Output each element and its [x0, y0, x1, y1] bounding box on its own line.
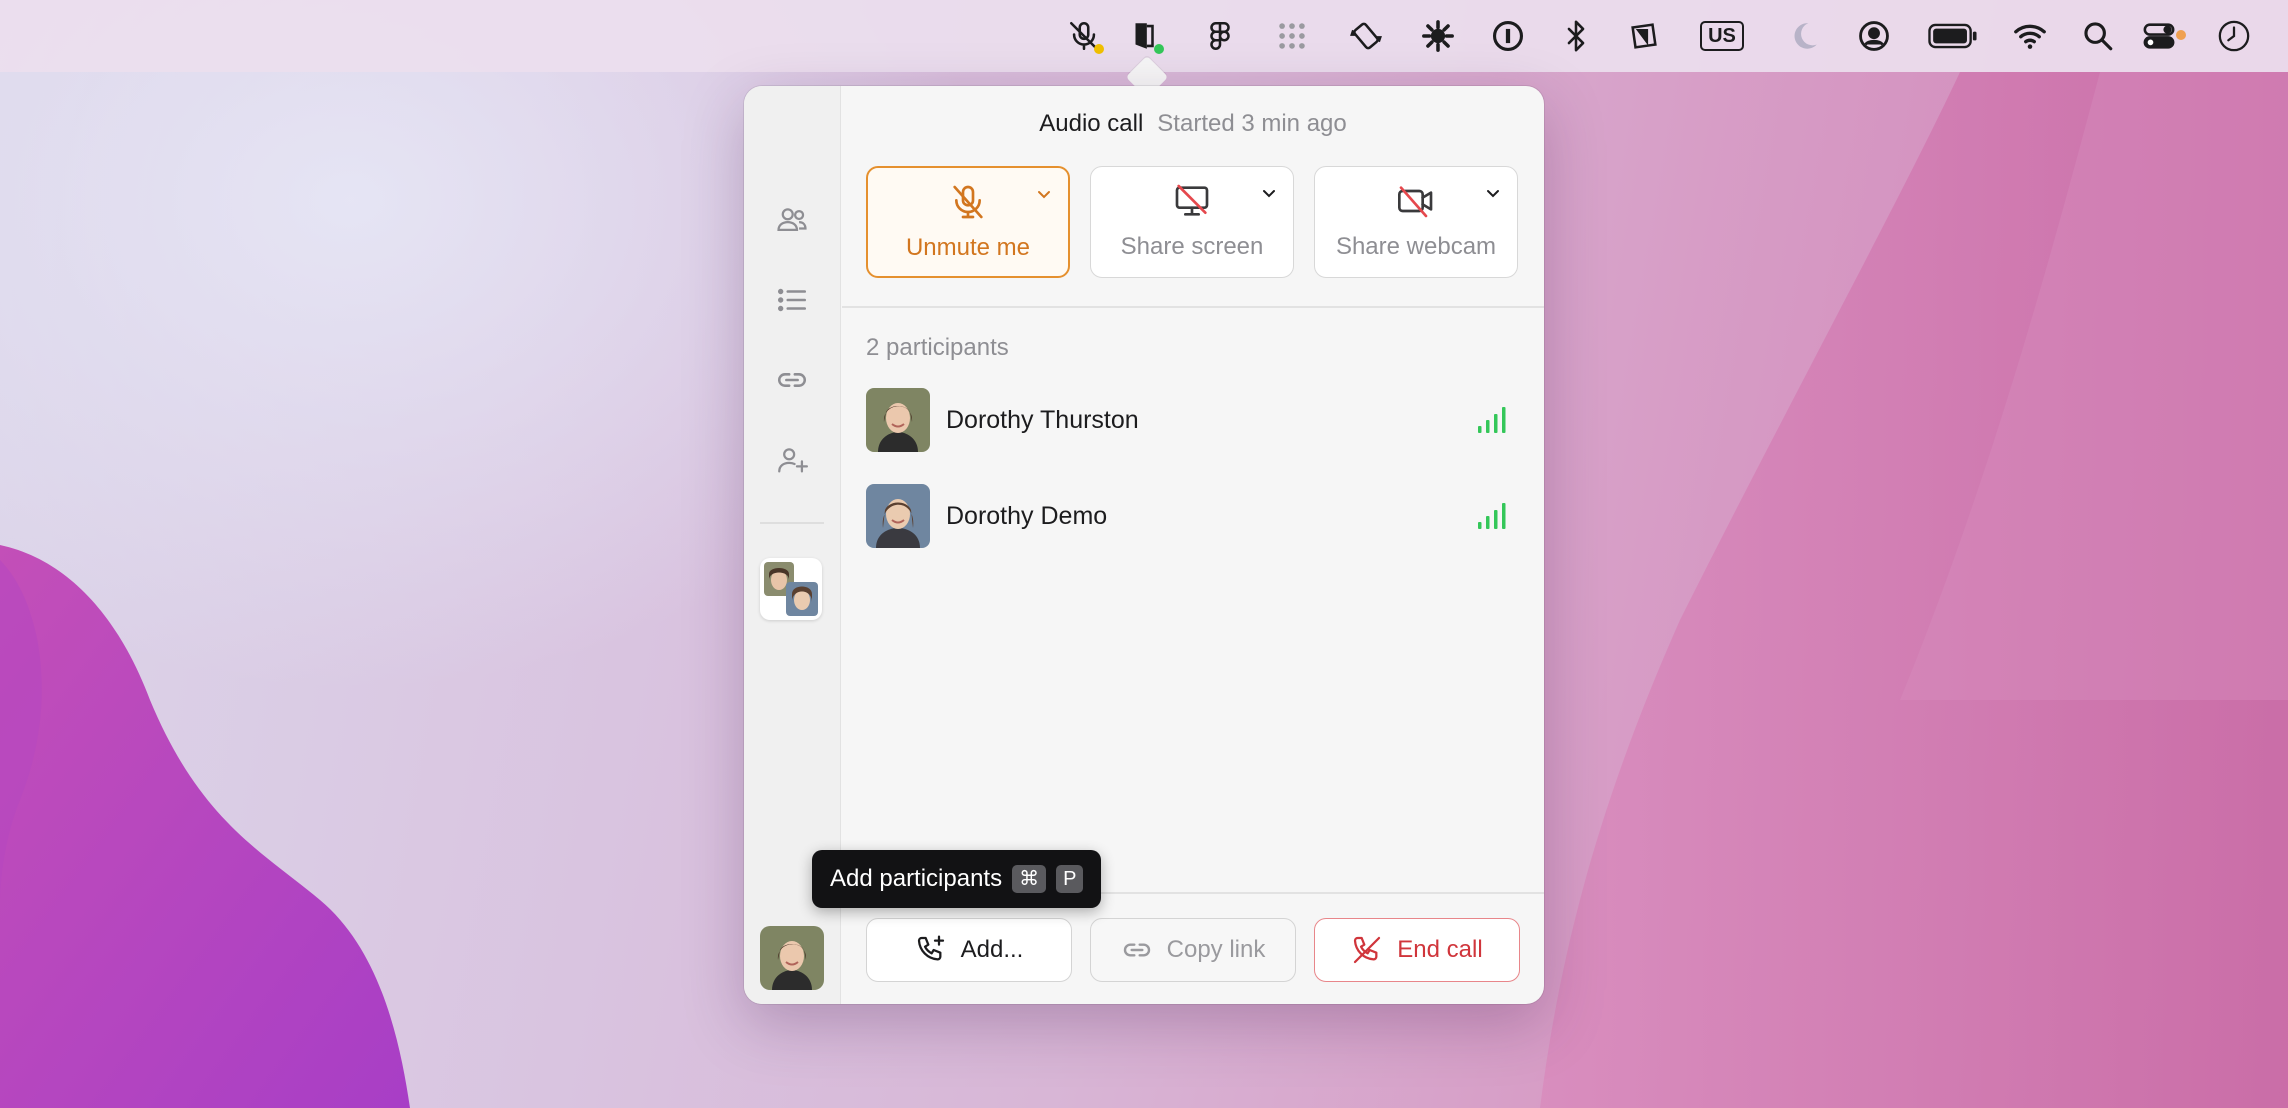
share-webcam-label: Share webcam	[1335, 233, 1497, 260]
moon-icon[interactable]	[1782, 14, 1826, 58]
call-status: Started 3 min ago	[1157, 110, 1347, 137]
signal-strength-icon	[1478, 503, 1506, 529]
shapes-app-icon[interactable]	[1622, 14, 1666, 58]
call-status-dot	[1154, 44, 1164, 54]
call-header: Audio call Started 3 min ago	[842, 110, 1544, 138]
self-avatar[interactable]	[760, 926, 824, 990]
link-icon	[1123, 943, 1150, 957]
asterisk-icon[interactable]	[1416, 14, 1460, 58]
participant-name: Dorothy Thurston	[946, 406, 1139, 434]
signal-strength-icon	[1478, 407, 1506, 433]
mic-muted-icon[interactable]	[1062, 14, 1106, 58]
end-call-label: End call	[1397, 936, 1483, 963]
end-call-button[interactable]: End call	[1314, 918, 1520, 982]
chevron-down-icon[interactable]	[1034, 184, 1054, 204]
participant-name: Dorothy Demo	[946, 502, 1108, 530]
participant-count: 2 participants	[866, 334, 1009, 361]
participant-row[interactable]: Dorothy Demo	[866, 484, 1520, 550]
share-screen-label: Share screen	[1120, 233, 1264, 260]
bluetooth-icon[interactable]	[1554, 14, 1598, 58]
call-app-icon[interactable]	[1122, 14, 1166, 58]
mic-status-dot	[1094, 44, 1104, 54]
unmute-label: Unmute me	[905, 234, 1031, 261]
invite-tab[interactable]	[766, 434, 818, 486]
unmute-button[interactable]: Unmute me	[866, 166, 1070, 278]
keyboard-input-icon[interactable]: US	[1700, 14, 1744, 58]
participant-avatar	[866, 484, 930, 548]
mic-off-icon	[953, 185, 983, 219]
add-participant-button[interactable]: Add...	[866, 918, 1072, 982]
list-icon	[777, 288, 807, 312]
participant-avatar	[866, 388, 930, 452]
clock-icon[interactable]	[2212, 14, 2256, 58]
control-center-icon[interactable]	[2134, 14, 2186, 58]
list-tab[interactable]	[766, 274, 818, 326]
shortcut-key-p: P	[1056, 865, 1084, 893]
password-manager-icon[interactable]	[1486, 14, 1530, 58]
share-webcam-button[interactable]: Share webcam	[1314, 166, 1518, 278]
participant-row[interactable]: Dorothy Thurston	[866, 388, 1520, 454]
webcam-off-icon	[1398, 186, 1433, 218]
screen-off-icon	[1175, 184, 1209, 216]
control-center-dot	[2176, 30, 2186, 40]
link-icon	[778, 373, 806, 387]
controls-divider	[842, 306, 1544, 308]
search-icon[interactable]	[2076, 14, 2120, 58]
grid-dots-icon[interactable]	[1270, 14, 1314, 58]
end-call-icon	[1354, 936, 1381, 964]
rotate-device-icon[interactable]	[1344, 14, 1388, 58]
user-account-icon[interactable]	[1852, 14, 1896, 58]
input-source-label: US	[1700, 21, 1744, 51]
shortcut-key-command: ⌘	[1012, 865, 1047, 893]
add-participants-tooltip: Add participants ⌘ P	[812, 850, 1102, 908]
people-icon	[777, 208, 807, 232]
tooltip-label: Add participants	[830, 865, 1003, 892]
link-tab[interactable]	[766, 354, 818, 406]
sidebar-divider	[760, 522, 824, 524]
copy-link-button[interactable]: Copy link	[1090, 918, 1296, 982]
chevron-down-icon[interactable]	[1259, 183, 1279, 203]
wifi-icon[interactable]	[2008, 14, 2052, 58]
add-call-icon	[917, 935, 944, 961]
chevron-down-icon[interactable]	[1483, 183, 1503, 203]
add-person-icon	[778, 448, 809, 473]
call-title: Audio call	[1039, 110, 1144, 137]
participants-tab[interactable]	[766, 194, 818, 246]
battery-icon[interactable]	[1926, 14, 1980, 58]
group-call-avatar[interactable]	[760, 558, 822, 620]
copy-link-label: Copy link	[1166, 936, 1266, 963]
figma-icon[interactable]	[1198, 14, 1242, 58]
share-screen-button[interactable]: Share screen	[1090, 166, 1294, 278]
add-label: Add...	[960, 936, 1024, 963]
